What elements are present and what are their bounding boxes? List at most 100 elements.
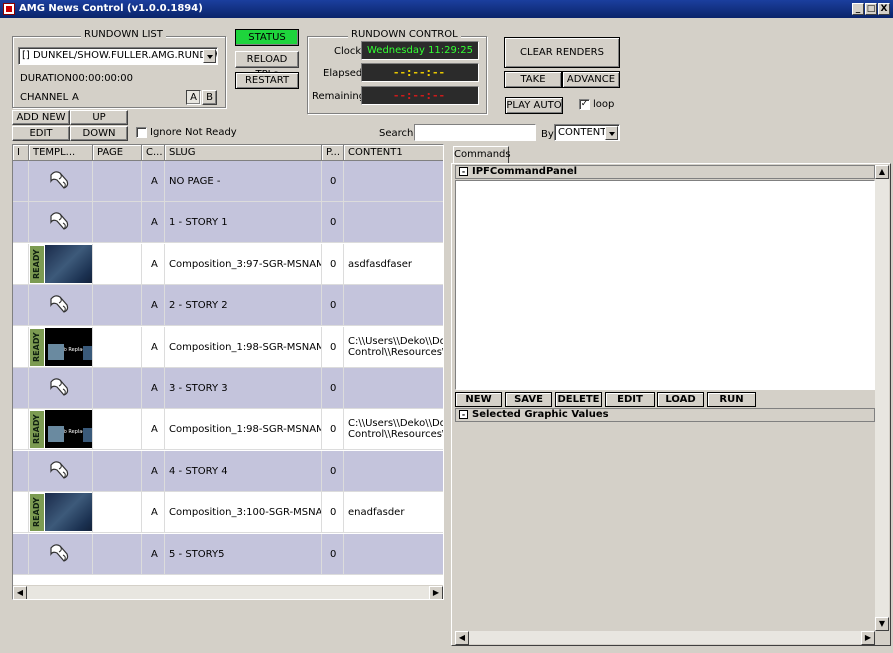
table-row[interactable]: READY A Composition_3:97-SGR-MSNAMG2 0 asdfa… bbox=[13, 243, 443, 285]
col-header-channel[interactable]: C... bbox=[142, 145, 165, 161]
minimize-button[interactable]: _ bbox=[852, 3, 864, 15]
status-button[interactable]: STATUS bbox=[235, 29, 299, 46]
play-auto-button[interactable]: PLAY AUTO bbox=[505, 97, 563, 114]
duration-label: DURATION bbox=[20, 73, 73, 84]
delete-command-button[interactable]: DELETE bbox=[555, 392, 602, 407]
ignore-not-ready-checkbox[interactable] bbox=[136, 127, 147, 138]
ipf-command-panel-header[interactable]: - IPFCommandPanel bbox=[455, 165, 875, 179]
p-cell: 0 bbox=[322, 368, 344, 409]
scroll-right-icon[interactable]: ▶ bbox=[861, 631, 875, 645]
restart-button[interactable]: RESTART bbox=[235, 72, 299, 89]
collapse-toggle-icon[interactable]: - bbox=[459, 409, 468, 419]
table-row[interactable]: A5 - STORY5 0 bbox=[13, 533, 443, 575]
template-thumbnail: Data To Replace bbox=[45, 410, 92, 449]
indicator-cell bbox=[13, 161, 29, 202]
load-command-button[interactable]: LOAD bbox=[657, 392, 704, 407]
template-cell: READY Data To Replace bbox=[29, 409, 93, 451]
p-cell: 0 bbox=[322, 326, 344, 368]
content1-line: C:\\Users\\Deko\\Docum bbox=[348, 335, 443, 347]
page-cell bbox=[93, 202, 142, 244]
loop-checkbox[interactable]: ✓ bbox=[579, 99, 590, 110]
scroll-up-icon[interactable]: ▲ bbox=[875, 165, 889, 179]
collapse-toggle-icon[interactable]: - bbox=[459, 166, 468, 176]
edit-button[interactable]: EDIT bbox=[12, 126, 70, 141]
page-cell bbox=[93, 533, 142, 575]
scroll-down-icon[interactable]: ▼ bbox=[875, 617, 889, 631]
indicator-cell bbox=[13, 285, 29, 327]
slug-cell: 2 - STORY 2 bbox=[165, 285, 322, 327]
clear-renders-button[interactable]: CLEAR RENDERS bbox=[504, 37, 620, 68]
tab-commands[interactable]: Commands bbox=[453, 146, 511, 164]
col-header-page[interactable]: PAGE bbox=[93, 145, 142, 161]
channel-b-button[interactable]: B bbox=[202, 90, 217, 105]
add-new-button[interactable]: ADD NEW bbox=[12, 110, 70, 125]
template-cell bbox=[29, 450, 93, 492]
edit-command-button[interactable]: EDIT bbox=[605, 392, 655, 407]
table-row[interactable]: A NO PAGE -0 bbox=[13, 161, 443, 202]
new-command-button[interactable]: NEW bbox=[455, 392, 502, 407]
slug-cell: Composition_1:98-SGR-MSNAMG2 bbox=[165, 409, 322, 451]
ipf-command-panel-title: IPFCommandPanel bbox=[472, 166, 578, 177]
scroll-left-icon[interactable]: ◀ bbox=[13, 586, 27, 599]
template-cell bbox=[29, 285, 93, 327]
selected-graphic-values-header[interactable]: - Selected Graphic Values bbox=[455, 408, 875, 422]
channel-a-button[interactable]: A bbox=[186, 90, 201, 105]
template-cell: READY Data To Replace bbox=[29, 326, 93, 368]
down-button[interactable]: DOWN bbox=[70, 126, 128, 141]
search-by-label: By bbox=[541, 129, 554, 140]
template-thumbnail bbox=[45, 493, 92, 532]
search-input[interactable] bbox=[414, 124, 536, 141]
p-cell: 0 bbox=[322, 450, 344, 492]
col-header-i[interactable]: I bbox=[13, 145, 29, 161]
channel-cell: A bbox=[142, 202, 165, 244]
indicator-cell bbox=[13, 492, 29, 534]
slug-cell: Composition_3:100-SGR-MSNAM... bbox=[165, 492, 322, 534]
col-header-content1[interactable]: CONTENT1 bbox=[344, 145, 443, 161]
commands-horizontal-scrollbar[interactable]: ◀ ▶ bbox=[455, 630, 875, 645]
reload-tpls-button[interactable]: RELOAD TPLs bbox=[235, 51, 299, 80]
col-header-template[interactable]: TEMPL... bbox=[29, 145, 93, 161]
close-button[interactable]: X bbox=[878, 3, 890, 15]
chevron-down-icon[interactable] bbox=[203, 49, 216, 63]
page-cell bbox=[93, 409, 142, 451]
up-button[interactable]: UP bbox=[70, 110, 128, 125]
save-command-button[interactable]: SAVE bbox=[505, 392, 552, 407]
maximize-button[interactable]: □ bbox=[865, 3, 877, 15]
col-header-slug[interactable]: SLUG bbox=[165, 145, 322, 161]
channel-cell: A bbox=[142, 533, 165, 575]
search-by-select[interactable]: CONTENT bbox=[554, 124, 620, 141]
command-list[interactable] bbox=[455, 180, 875, 390]
run-command-button[interactable]: RUN bbox=[707, 392, 756, 407]
content1-line: Control\\Resources\\bea bbox=[348, 346, 443, 358]
template-cell bbox=[29, 368, 93, 409]
content1-cell bbox=[344, 161, 443, 202]
scroll-left-icon[interactable]: ◀ bbox=[455, 631, 469, 645]
ready-badge: READY bbox=[30, 411, 44, 449]
grid-horizontal-scrollbar[interactable]: ◀ ▶ bbox=[13, 585, 443, 599]
table-row[interactable]: A3 - STORY 30 bbox=[13, 368, 443, 409]
window-title: AMG News Control (v1.0.0.1894) bbox=[19, 3, 203, 14]
p-cell: 0 bbox=[322, 243, 344, 285]
ignore-not-ready-label: Ignore Not Ready bbox=[150, 127, 237, 138]
table-row[interactable]: A1 - STORY 10 bbox=[13, 202, 443, 244]
rundown-select[interactable]: [] DUNKEL/SHOW.FULLER.AMG.RUNDOW bbox=[18, 47, 218, 65]
table-row[interactable]: READY Data To Replace A Composition_1:98-SG… bbox=[13, 409, 443, 451]
scroll-right-icon[interactable]: ▶ bbox=[429, 586, 443, 599]
take-button[interactable]: TAKE bbox=[504, 71, 562, 88]
p-cell: 0 bbox=[322, 285, 344, 327]
page-cell bbox=[93, 285, 142, 327]
table-row[interactable]: READY AComposition_3:100-SGR-MSNAM...0ena… bbox=[13, 492, 443, 534]
p-cell: 0 bbox=[322, 202, 344, 244]
channel-cell: A bbox=[142, 243, 165, 285]
commands-vertical-scrollbar[interactable]: ▲ ▼ bbox=[875, 165, 889, 631]
chevron-down-icon[interactable] bbox=[605, 126, 618, 140]
table-row[interactable]: A4 - STORY 40 bbox=[13, 450, 443, 492]
col-header-p[interactable]: P... bbox=[322, 145, 344, 161]
slug-cell: 4 - STORY 4 bbox=[165, 450, 322, 492]
table-row[interactable]: A2 - STORY 20 bbox=[13, 285, 443, 327]
rundown-control-title: RUNDOWN CONTROL bbox=[348, 29, 461, 40]
page-cell bbox=[93, 243, 142, 285]
remaining-label: Remaining bbox=[312, 91, 366, 102]
advance-button[interactable]: ADVANCE bbox=[562, 71, 620, 88]
table-row[interactable]: READY Data To Replace A Composition_1:98-SG… bbox=[13, 326, 443, 368]
